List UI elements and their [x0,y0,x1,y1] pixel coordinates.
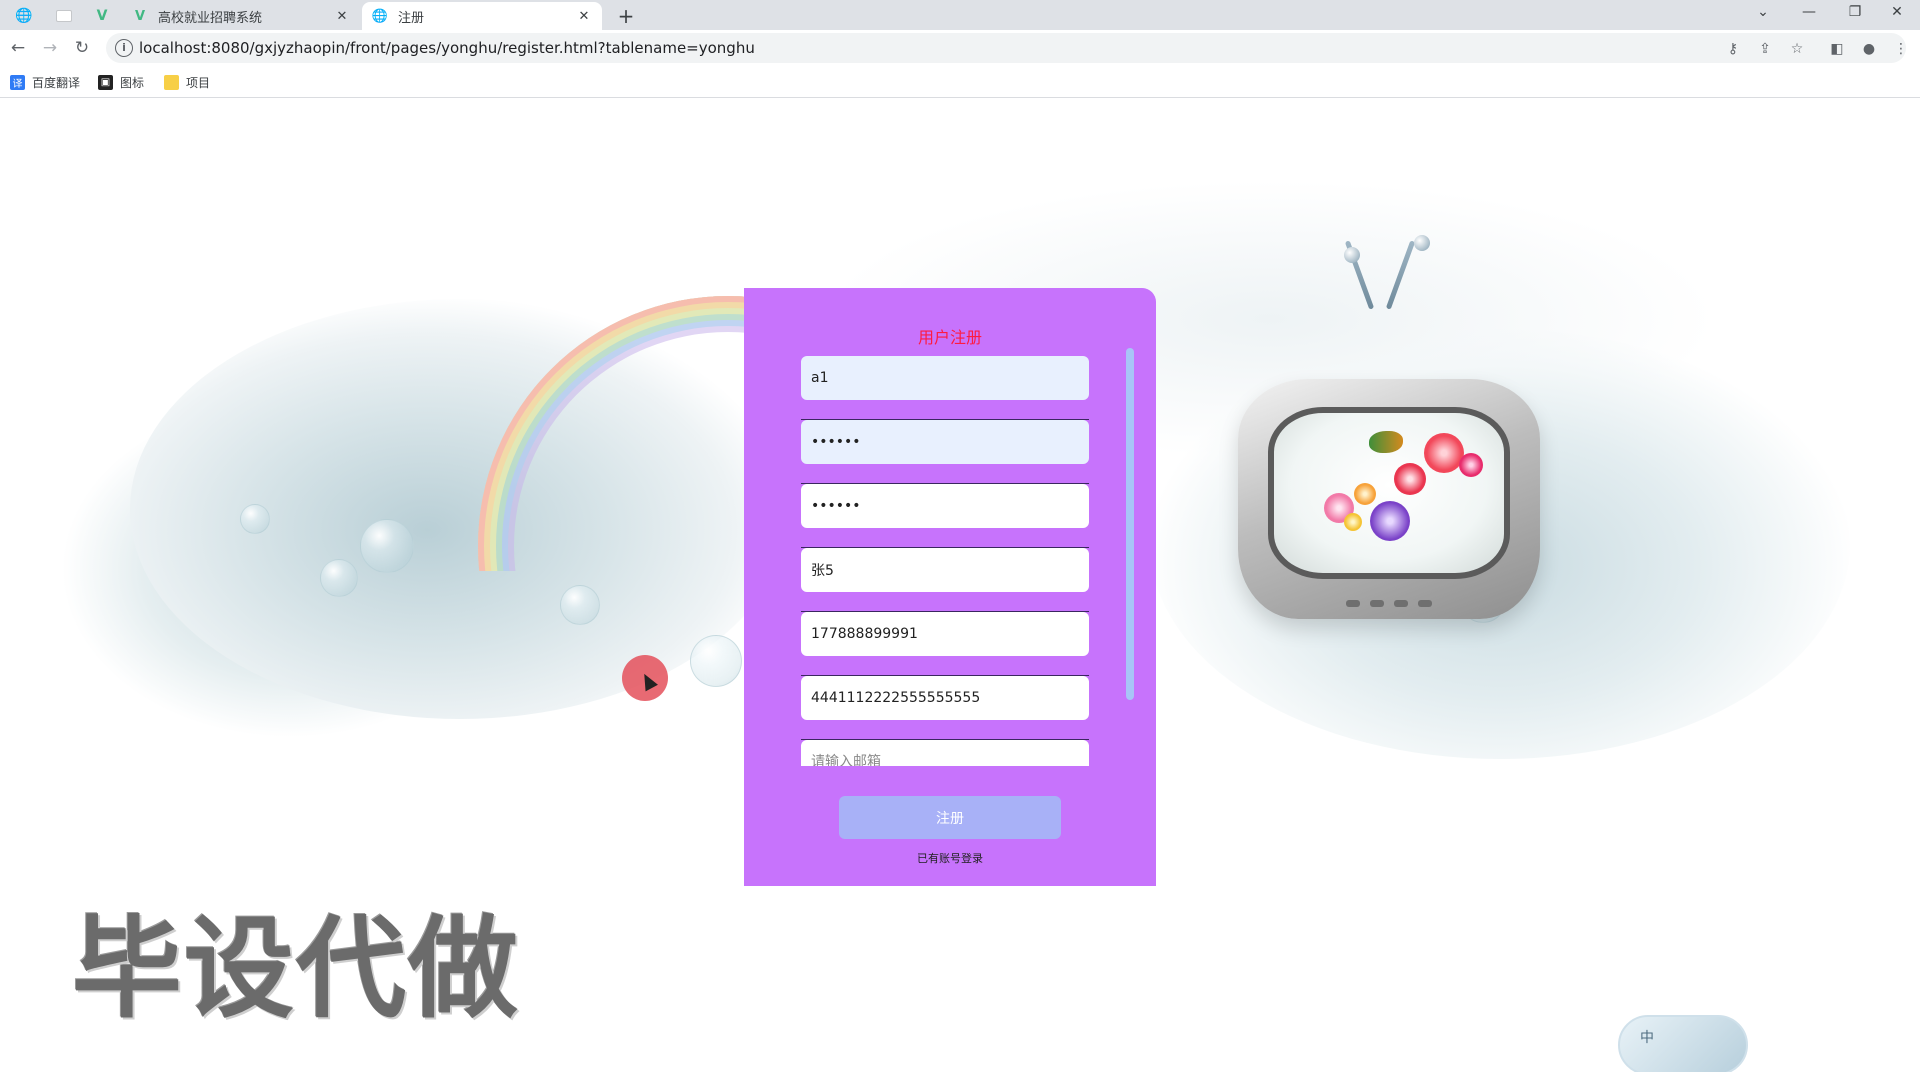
form-scrollbar[interactable] [1126,348,1134,700]
bookmark-baidu-translate[interactable]: 译 百度翻译 [10,73,80,91]
new-tab-button[interactable]: + [612,2,640,30]
register-panel: 用户注册 注册 已有账号登录 [744,288,1156,886]
id-card-field[interactable] [801,676,1089,720]
folder-icon [164,74,179,90]
restore-button[interactable]: ❐ [1832,0,1878,24]
tab-register[interactable]: 🌐 注册 ✕ [362,2,602,30]
tab-strip: 🌐 V V 高校就业招聘系统 ✕ 🌐 注册 ✕ + ⌄ — ❐ ✕ [0,0,1920,30]
browser-toolbar: ← → ↻ i localhost:8080/gxjyzhaopin/front… [0,30,1920,66]
confirm-password-field[interactable] [801,484,1089,528]
real-name-row [801,548,1089,612]
email-field[interactable] [801,740,1089,766]
star-icon[interactable]: ☆ [1787,40,1807,58]
menu-icon[interactable]: ⋮ [1891,40,1911,58]
tv-illustration [1238,379,1540,619]
flower-decoration [1354,483,1376,505]
flower-decoration [1344,513,1362,531]
register-form [744,356,1156,766]
tab-title: 注册 [398,10,425,26]
bubble-decoration [360,519,414,573]
phone-field[interactable] [801,612,1089,656]
id-card-row [801,676,1089,740]
bookmark-project[interactable]: 项目 [164,73,210,91]
blank-tab-icon[interactable] [46,2,82,30]
password-field[interactable] [801,420,1089,464]
url-text[interactable]: localhost:8080/gxjyzhaopin/front/pages/y… [139,39,755,57]
tab-recruit-system[interactable]: V 高校就业招聘系统 ✕ [122,2,360,30]
account-field[interactable] [801,356,1089,400]
flower-decoration [1459,453,1483,477]
bookmark-label: 项目 [186,75,211,90]
bird-decoration [1369,431,1403,453]
bookmark-label: 图标 [120,75,145,90]
tv-screen [1268,407,1510,579]
close-icon[interactable]: ✕ [576,9,592,24]
tv-button [1394,600,1408,607]
tv-button [1418,600,1432,607]
reload-icon[interactable]: ↻ [70,36,94,60]
globe-icon: 🌐 [371,8,389,24]
key-icon[interactable]: ⚷ [1723,40,1743,58]
antenna-ball [1414,235,1430,251]
minimize-button[interactable]: — [1786,0,1832,24]
page-title: 用户注册 [917,328,982,347]
ime-widget[interactable]: 中 [1618,1015,1748,1072]
bubble-decoration [560,585,600,625]
close-icon[interactable]: ✕ [334,9,350,24]
translate-icon: 译 [10,74,25,90]
back-arrow-icon[interactable]: ← [6,36,30,60]
flower-decoration [1424,433,1464,473]
share-icon[interactable]: ⇪ [1755,40,1775,58]
watermark-text: 毕设代做 [72,905,520,1033]
bookmarks-bar: 译 百度翻译 ▣ 图标 项目 [0,66,1920,98]
tab-search-icon[interactable]: ⌄ [1740,0,1786,24]
profile-icon[interactable]: ● [1859,40,1879,58]
phone-row [801,612,1089,676]
bookmark-label: 百度翻译 [32,75,81,90]
antenna-ball [1344,247,1360,263]
address-bar[interactable]: i localhost:8080/gxjyzhaopin/front/pages… [106,33,1906,63]
info-icon[interactable]: i [115,39,133,57]
email-row [801,740,1089,766]
tv-button [1346,600,1360,607]
bubble-decoration [240,504,270,534]
flower-decoration [1394,463,1426,495]
bookmark-icons[interactable]: ▣ 图标 [98,73,144,91]
side-panel-icon[interactable]: ◧ [1827,40,1847,58]
globe-icon[interactable]: 🌐 [6,2,42,30]
real-name-field[interactable] [801,548,1089,592]
close-window-button[interactable]: ✕ [1874,0,1920,24]
tab-title: 高校就业招聘系统 [158,10,263,26]
password-row [801,420,1089,484]
flower-decoration [1370,501,1410,541]
vue-icon: V [134,8,146,24]
register-button[interactable]: 注册 [839,796,1061,839]
login-link[interactable]: 已有账号登录 [744,850,1156,866]
page-content: 毕设代做 中 用户注册 a1 张5 177888899991 444111222… [0,99,1920,1072]
vue-icon[interactable]: V [84,2,120,30]
account-row [801,356,1089,420]
bubble-decoration [690,635,742,687]
image-icon: ▣ [98,74,113,90]
ime-label: 中 [1640,1030,1654,1046]
bubble-decoration [320,559,358,597]
forward-arrow-icon[interactable]: → [38,36,62,60]
confirm-password-row [801,484,1089,548]
tv-button [1370,600,1384,607]
